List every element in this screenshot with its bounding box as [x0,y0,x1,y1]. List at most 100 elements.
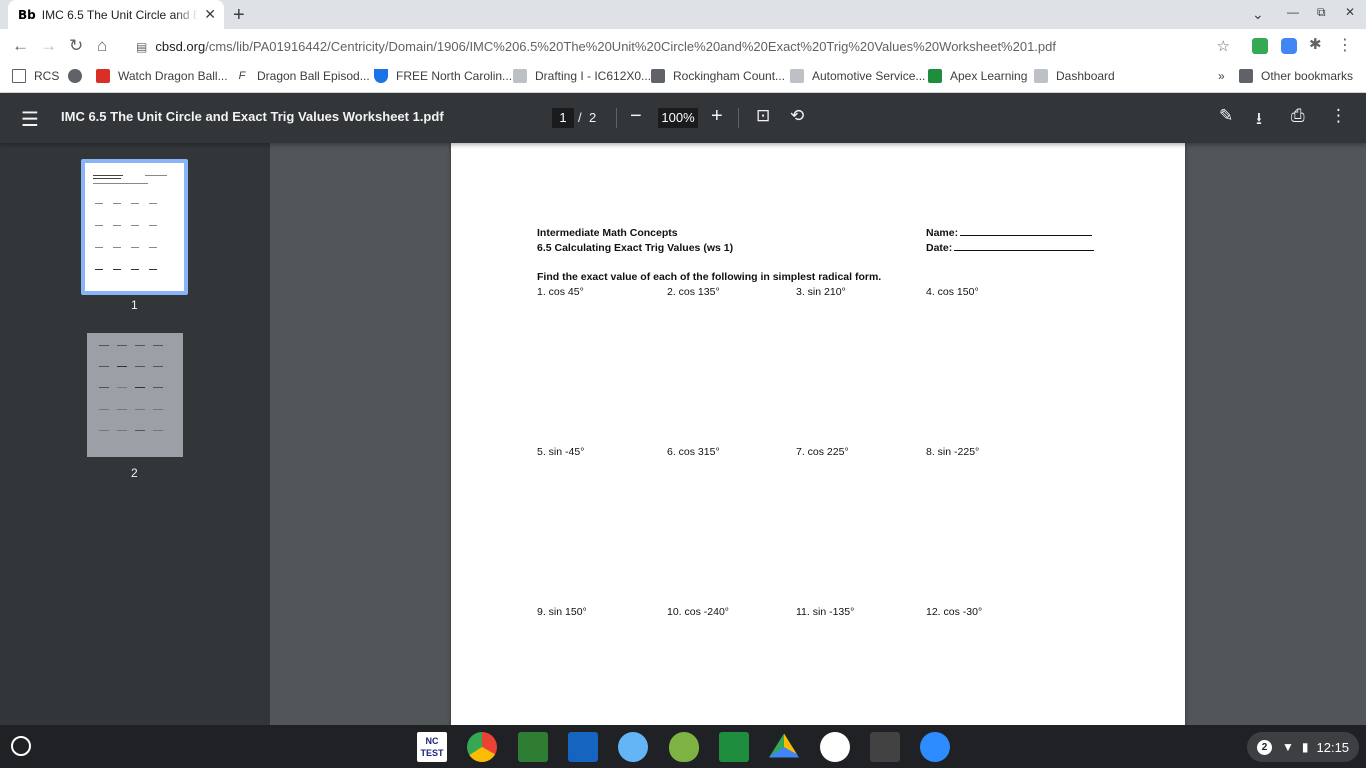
bookmarks-overflow-button[interactable]: » [1218,69,1225,83]
other-bookmarks[interactable]: Other bookmarks [1239,69,1353,83]
thumbnail-label-2: 2 [131,466,138,480]
thumbnail-line [95,247,103,248]
bookmark-rockingham[interactable]: Rockingham Count... [651,69,785,83]
extensions-puzzle-icon[interactable]: ✱ [1309,35,1325,53]
thumbnail-line [153,430,163,431]
fit-to-page-icon[interactable]: ⊡ [756,106,770,126]
name-field: Name: [926,227,1093,239]
page-number-input[interactable]: 1 [552,108,574,128]
classroom-icon[interactable] [719,732,749,762]
worksheet-subtitle: 6.5 Calculating Exact Trig Values (ws 1) [537,242,734,254]
tab-search-icon[interactable]: ⌄ [1252,6,1264,23]
print-icon[interactable]: ⎙ [1291,106,1305,126]
bookmark-watch-dragon-ball[interactable]: Watch Dragon Ball... [96,69,228,83]
download-icon[interactable]: ⭳ [1256,106,1262,135]
status-tray[interactable]: 2 ▼ ▮ 12:15 [1247,732,1359,762]
bookmark-apex-learning[interactable]: Apex Learning [928,69,1027,83]
thumbnail-sidebar: 1 2 [0,143,270,725]
page-total: 2 [589,110,597,125]
desmos-icon[interactable] [518,732,548,762]
url-host: cbsd.org [155,39,206,54]
bookmark-label: FREE North Carolin... [396,69,513,83]
chrome-menu-icon[interactable]: ⋮ [1337,35,1353,54]
apex-icon [928,69,942,83]
hamburger-menu-icon[interactable]: ☰ [21,107,39,132]
chrome-icon[interactable] [467,732,497,762]
clock: 12:15 [1316,739,1350,755]
bookmark-dragon-ball-episodes[interactable]: F Dragon Ball Episod... [235,69,370,83]
zoom-input[interactable]: 100% [658,108,698,128]
new-tab-icon[interactable]: + [233,4,245,27]
annotate-pen-icon[interactable]: ✎ [1219,106,1233,126]
zoom-out-icon[interactable]: − [630,105,642,128]
zoom-icon[interactable] [920,732,950,762]
bookmark-star-icon[interactable]: ☆ [1217,37,1230,55]
more-options-icon[interactable]: ⋮ [1330,106,1347,126]
dragon-ball-f-icon: F [238,70,246,82]
active-tab[interactable]: Bb IMC 6.5 The Unit Circle and Exact Tri… [8,0,224,29]
launcher-icon[interactable] [11,736,31,756]
rotate-icon[interactable]: ⟲ [790,106,804,126]
wifi-icon: ▼ [1282,740,1294,754]
date-label: Date: [926,242,953,254]
bookmark-label: Automotive Service... [812,69,926,83]
page-thumbnail-2[interactable] [87,333,183,457]
bookmark-rcs[interactable]: RCS [12,69,59,83]
thumbnail-line [93,175,123,176]
pdf-content-area[interactable]: Intermediate Math Concepts 6.5 Calculati… [270,143,1366,725]
problem: 7. cos 225° [796,446,849,458]
back-icon[interactable]: ← [12,36,29,56]
problem: 11. sin -135° [796,606,855,618]
dragon-ball-icon [96,69,110,83]
calculator-icon[interactable] [870,732,900,762]
thumbnail-line [131,247,139,248]
thumbnail-line [153,366,163,367]
thumbnail-line [117,409,127,410]
restore-icon[interactable]: ⧉ [1317,5,1326,20]
thumbnail-line [117,387,127,388]
thumbnail-line [113,247,121,248]
nc-test-icon[interactable]: NC TEST [417,732,447,762]
bookmark-label: Other bookmarks [1261,69,1354,83]
thumbnail-line [99,409,109,410]
earth-icon[interactable] [618,732,648,762]
screencast-extension-icon[interactable] [1281,38,1297,54]
home-icon[interactable]: ⌂ [97,36,107,56]
bookmark-automotive[interactable]: Automotive Service... [790,69,925,83]
notification-badge: 2 [1257,739,1272,755]
bookmark-globe[interactable] [68,69,90,83]
browser-toolbar: ← → ↻ ⌂ ▤ cbsd.org/cms/lib/PA01916442/Ce… [0,29,1366,64]
bookmark-free-north-carolina[interactable]: FREE North Carolin... [374,69,512,83]
reload-icon[interactable]: ↻ [69,36,83,56]
shield-app-icon[interactable] [568,732,598,762]
address-bar[interactable]: ▤ cbsd.org/cms/lib/PA01916442/Centricity… [124,32,1240,61]
close-tab-icon[interactable]: ✕ [204,6,216,23]
date-field: Date: [926,242,1095,254]
zoom-in-icon[interactable]: + [711,105,723,128]
bookmark-label: RCS [34,69,60,83]
divider [738,108,739,128]
bookmark-label: Dashboard [1056,69,1115,83]
close-window-icon[interactable]: ✕ [1345,5,1355,19]
bookmark-drafting[interactable]: Drafting I - IC612X0... [513,69,651,83]
minimize-icon[interactable]: — [1287,5,1299,19]
thumbnail-line [135,366,145,367]
problem: 4. cos 150° [926,286,979,298]
bookmark-dashboard[interactable]: Dashboard [1034,69,1115,83]
pdf-page: Intermediate Math Concepts 6.5 Calculati… [451,143,1185,725]
thumbnail-line [153,409,163,410]
thumbnail-line [149,203,157,204]
pear-icon[interactable] [669,732,699,762]
page-info-icon[interactable]: ▤ [136,40,147,54]
page-thumbnail-1[interactable] [81,159,188,295]
thumbnail-line [131,269,139,270]
forward-icon[interactable]: → [40,36,57,56]
thumbnail-line [149,247,157,248]
scratch-icon[interactable] [820,732,850,762]
classroom-extension-icon[interactable] [1252,38,1268,54]
thumbnail-line [117,345,127,346]
thumbnail-line [99,366,109,367]
drive-icon[interactable] [769,733,799,758]
problem: 1. cos 45° [537,286,584,298]
tab-strip: Bb IMC 6.5 The Unit Circle and Exact Tri… [0,0,1366,29]
